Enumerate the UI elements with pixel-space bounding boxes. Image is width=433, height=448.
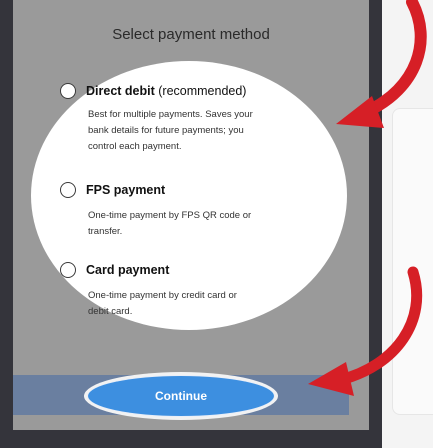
annotation-arrow-icon [336,0,427,128]
annotation-arrow-icon [308,266,423,396]
annotation-arrows [308,0,427,396]
